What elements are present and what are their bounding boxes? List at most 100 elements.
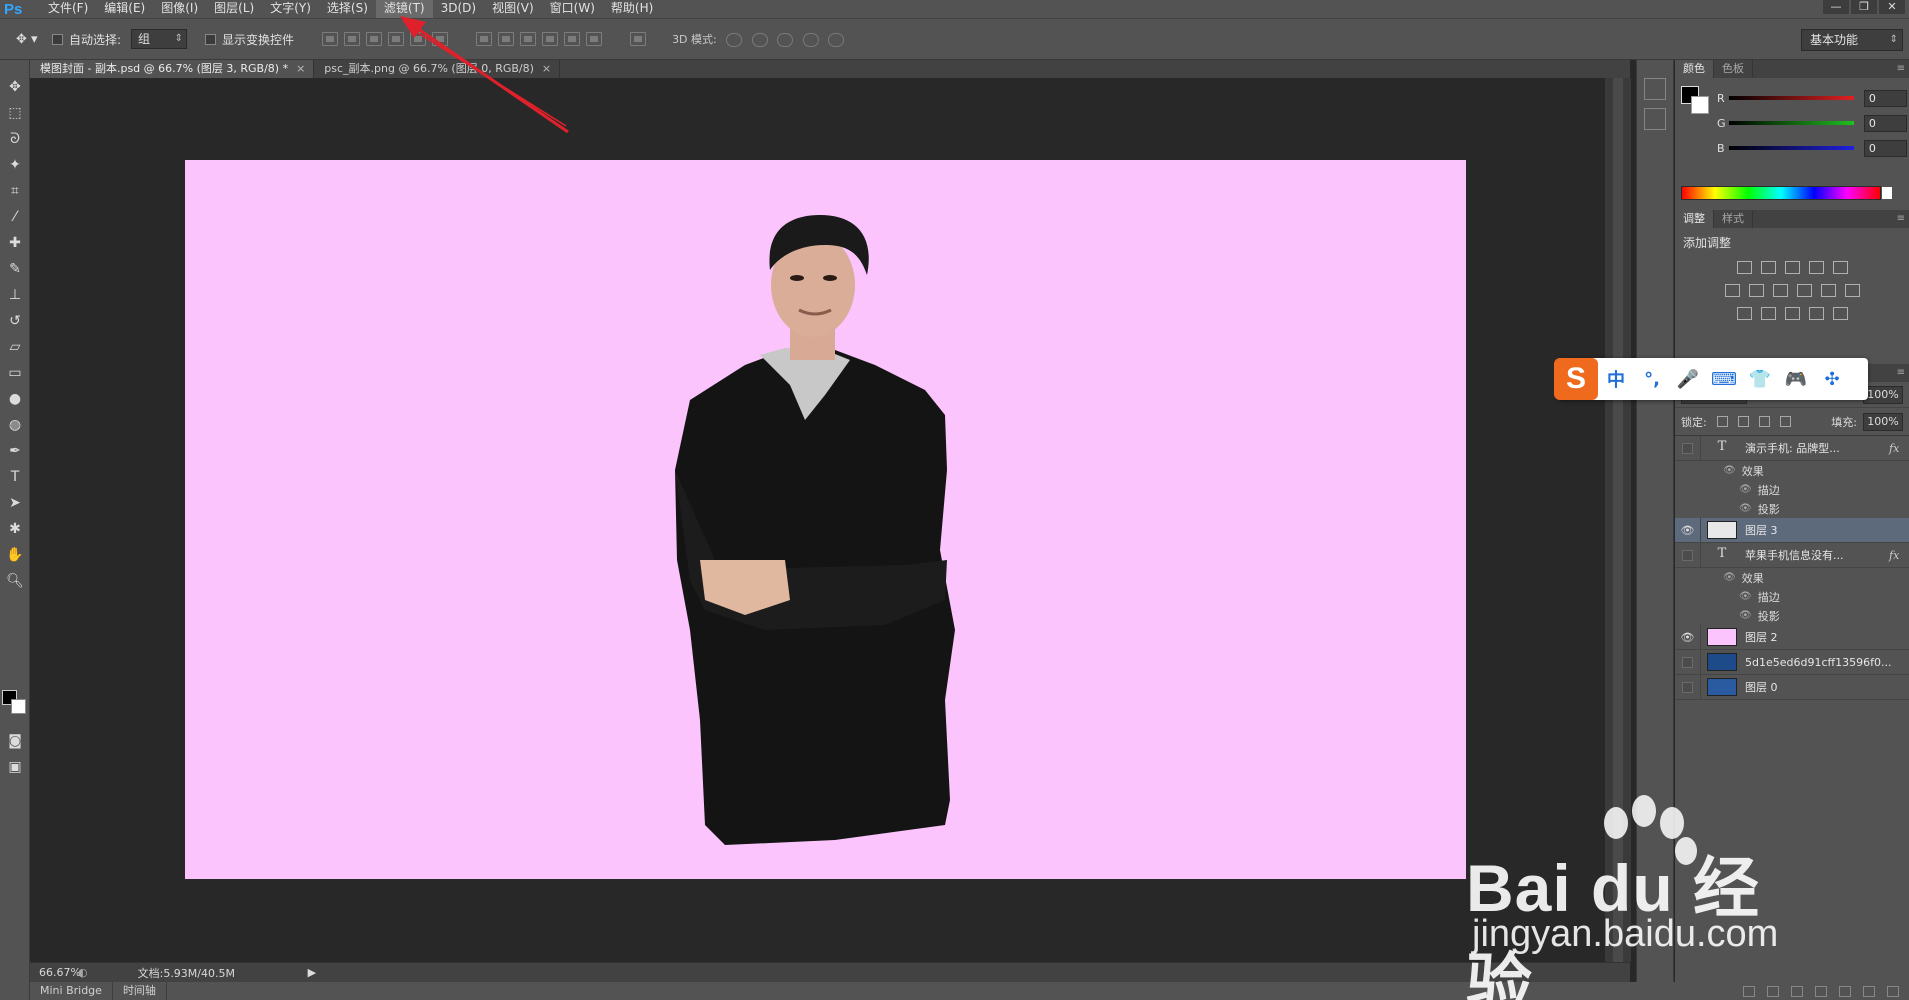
lock-position-icon[interactable] [1758, 416, 1770, 427]
properties-panel-icon[interactable] [1644, 108, 1666, 130]
effects-row[interactable]: 👁 效果 [1675, 461, 1909, 480]
sogou-logo[interactable]: S [1554, 358, 1598, 400]
eraser-tool-icon[interactable]: ▱ [0, 334, 30, 360]
visibility-toggle[interactable] [1675, 649, 1701, 675]
channel-g-value[interactable]: 0 [1863, 114, 1908, 132]
layer-row[interactable]: T 演示手机: 品牌型... fx [1675, 435, 1909, 461]
panel-menu-icon[interactable]: ≡ [1897, 364, 1909, 382]
ime-keyboard-icon[interactable]: ⌨ [1706, 369, 1742, 390]
restore-button[interactable]: ❐ [1851, 0, 1877, 14]
visibility-toggle[interactable]: 👁 [1675, 517, 1701, 543]
distribute-bottom-icon[interactable] [520, 32, 537, 46]
hue-saturation-icon[interactable] [1724, 284, 1740, 297]
move-tool-preset[interactable]: ✥ ▾ [0, 32, 52, 47]
status-info-icon[interactable]: ◐ [78, 966, 88, 979]
channel-mixer-icon[interactable] [1820, 284, 1836, 297]
threshold-icon[interactable] [1784, 307, 1800, 320]
distribute-vcenter-icon[interactable] [498, 32, 515, 46]
lasso-tool-icon[interactable]: ᘐ [0, 126, 30, 152]
channel-g-slider[interactable] [1728, 121, 1854, 125]
effects-row[interactable]: 👁 效果 [1675, 568, 1909, 587]
pen-tool-icon[interactable]: ✒ [0, 438, 30, 464]
lock-transparent-icon[interactable] [1716, 416, 1728, 427]
selective-color-icon[interactable] [1808, 307, 1824, 320]
color-spectrum[interactable] [1681, 186, 1892, 200]
menu-layer[interactable]: 图层(L) [206, 0, 262, 18]
black-white-icon[interactable] [1772, 284, 1788, 297]
channel-r-slider[interactable] [1728, 96, 1854, 100]
roll-3d-icon[interactable] [751, 33, 768, 47]
align-bottom-icon[interactable] [366, 32, 383, 46]
align-hcenter-icon[interactable] [410, 32, 427, 46]
lock-all-icon[interactable] [1779, 416, 1791, 427]
visibility-toggle[interactable] [1675, 674, 1701, 700]
menu-image[interactable]: 图像(I) [153, 0, 206, 18]
posterize-icon[interactable] [1760, 307, 1776, 320]
visibility-toggle[interactable] [1675, 542, 1701, 568]
ime-toolbox-icon[interactable]: ✣ [1814, 369, 1850, 390]
effect-stroke[interactable]: 👁 描边 [1675, 587, 1909, 606]
color-lookup-icon[interactable] [1844, 284, 1860, 297]
close-button[interactable]: ✕ [1879, 0, 1905, 14]
menu-view[interactable]: 视图(V) [484, 0, 542, 18]
menu-3d[interactable]: 3D(D) [433, 0, 484, 18]
channel-r-value[interactable]: 0 [1863, 89, 1908, 107]
layer-row[interactable]: T 苹果手机信息没有... fx [1675, 542, 1909, 568]
eyedropper-tool-icon[interactable]: ⁄ [0, 204, 30, 230]
layer-row[interactable]: 5d1e5ed6d91cff13596f0... [1675, 649, 1909, 675]
ime-game-icon[interactable]: 🎮 [1778, 369, 1814, 390]
new-layer-icon[interactable] [1863, 985, 1875, 997]
menu-edit[interactable]: 编辑(E) [96, 0, 153, 18]
fx-icon[interactable]: fx [1889, 549, 1909, 562]
ime-skin-icon[interactable]: 👕 [1742, 369, 1778, 390]
effect-stroke[interactable]: 👁 描边 [1675, 480, 1909, 499]
fill-field[interactable]: 100% [1863, 412, 1903, 431]
tab-color[interactable]: 颜色 [1675, 60, 1714, 78]
effect-shadow[interactable]: 👁 投影 [1675, 499, 1909, 518]
channel-b-slider[interactable] [1728, 146, 1854, 150]
opacity-field[interactable]: 100% [1863, 385, 1903, 404]
brightness-icon[interactable] [1736, 261, 1752, 274]
hand-tool-icon[interactable]: ✋ [0, 542, 30, 568]
invert-icon[interactable] [1736, 307, 1752, 320]
path-select-tool-icon[interactable]: ➤ [0, 490, 30, 516]
visibility-toggle[interactable] [1675, 435, 1701, 461]
doc-tab-psd[interactable]: 模图封面 - 副本.psd @ 66.7% (图层 3, RGB/8) * × [30, 60, 315, 78]
photo-filter-icon[interactable] [1796, 284, 1812, 297]
lock-pixels-icon[interactable] [1737, 416, 1749, 427]
tab-close-icon[interactable]: × [542, 62, 551, 75]
mini-bridge-tab[interactable]: Mini Bridge [30, 982, 113, 1000]
new-group-icon[interactable] [1839, 985, 1851, 997]
tab-swatches[interactable]: 色板 [1714, 60, 1753, 78]
healing-brush-tool-icon[interactable]: ✚ [0, 230, 30, 256]
layer-row[interactable]: 👁 图层 2 [1675, 624, 1909, 650]
exposure-icon[interactable] [1808, 261, 1824, 274]
show-transform-checkbox[interactable] [205, 33, 217, 45]
menu-help[interactable]: 帮助(H) [603, 0, 661, 18]
dodge-tool-icon[interactable]: ◍ [0, 412, 30, 438]
align-left-icon[interactable] [388, 32, 405, 46]
screen-mode-icon[interactable]: ▣ [0, 754, 30, 780]
fx-icon[interactable]: fx [1889, 442, 1909, 455]
auto-select-dropdown[interactable]: 组 [131, 29, 188, 49]
quick-mask-icon[interactable]: ◙ [0, 728, 30, 754]
eye-icon[interactable]: 👁 [1723, 572, 1736, 583]
menu-file[interactable]: 文件(F) [40, 0, 96, 18]
delete-layer-icon[interactable] [1887, 985, 1899, 997]
menu-select[interactable]: 选择(S) [319, 0, 376, 18]
shape-tool-icon[interactable]: ✱ [0, 516, 30, 542]
history-brush-tool-icon[interactable]: ↺ [0, 308, 30, 334]
levels-icon[interactable] [1760, 261, 1776, 274]
ime-voice-icon[interactable]: 🎤 [1670, 369, 1706, 390]
color-balance-icon[interactable] [1748, 284, 1764, 297]
canvas-area[interactable] [30, 78, 1634, 962]
distribute-right-icon[interactable] [586, 32, 603, 46]
ime-chinese-toggle[interactable]: 中 [1598, 366, 1634, 392]
layer-row[interactable]: 👁 图层 3 [1675, 517, 1909, 543]
pan-3d-icon[interactable] [777, 33, 794, 47]
slide-3d-icon[interactable] [802, 33, 819, 47]
type-tool-icon[interactable]: T [0, 464, 30, 490]
adjustment-layer-icon[interactable] [1815, 985, 1827, 997]
document-canvas[interactable] [185, 160, 1466, 879]
eye-icon[interactable]: 👁 [1739, 503, 1752, 514]
